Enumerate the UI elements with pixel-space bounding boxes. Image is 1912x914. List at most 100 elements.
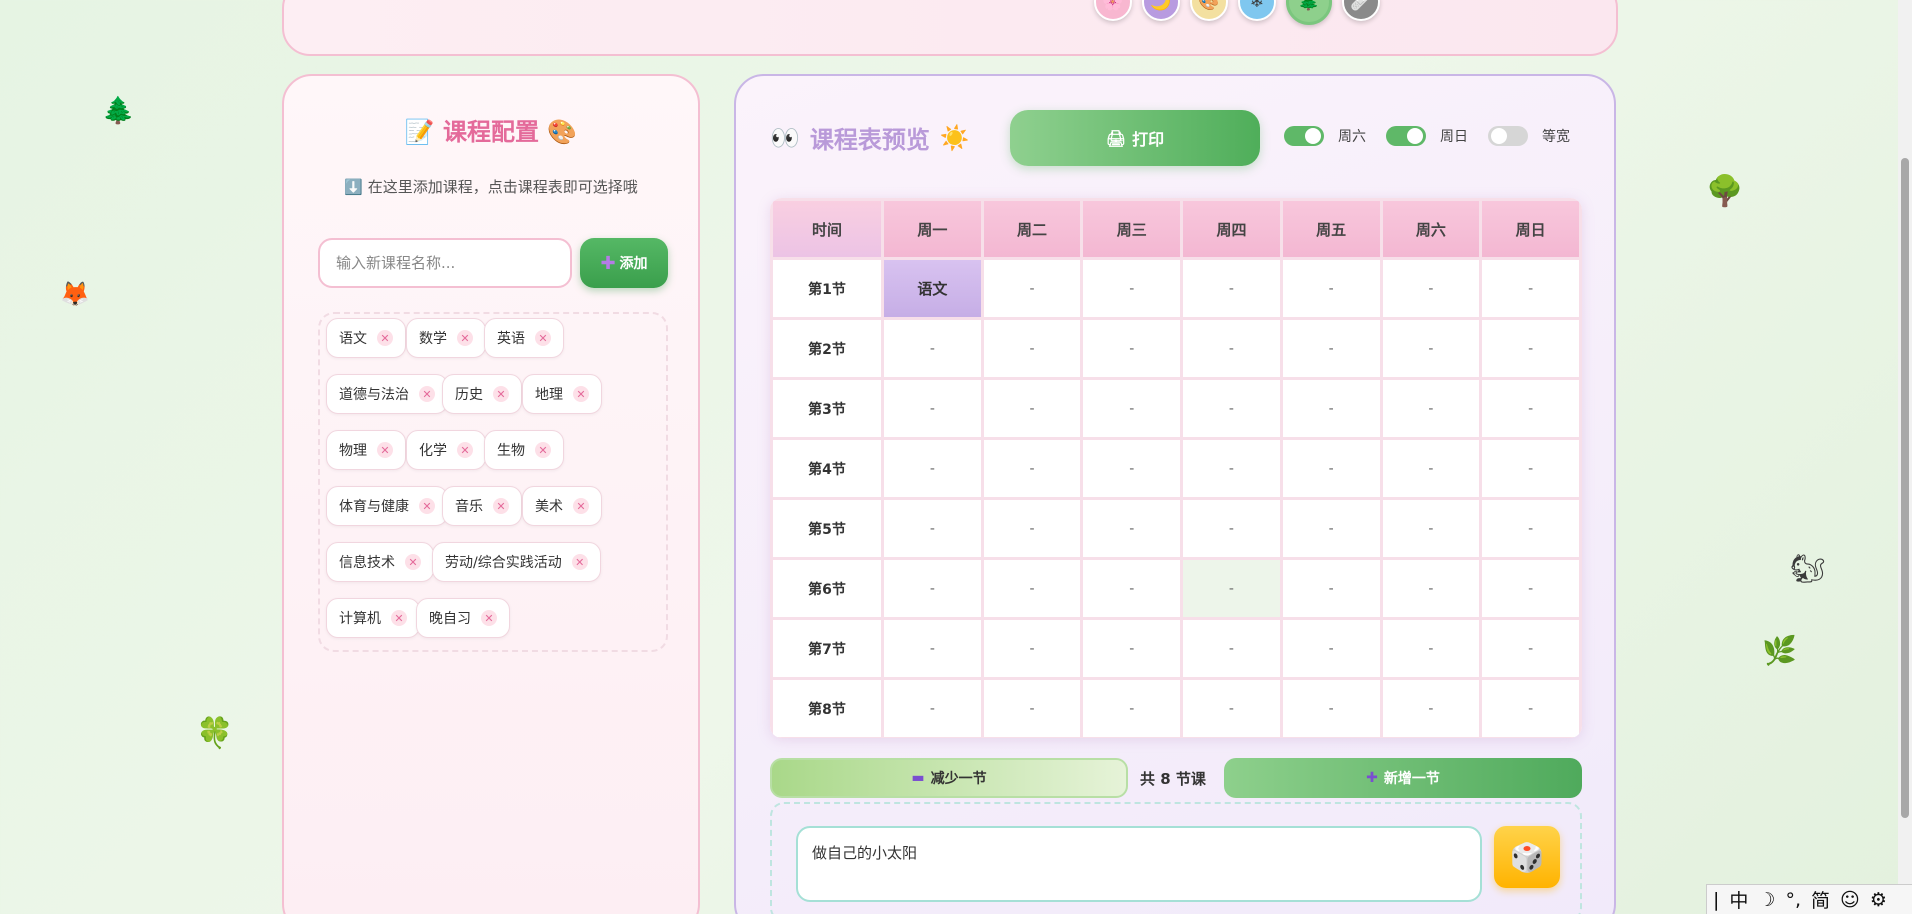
schedule-cell[interactable]: - [1482, 260, 1579, 317]
schedule-cell[interactable]: - [884, 500, 981, 557]
schedule-cell[interactable]: - [1282, 320, 1380, 377]
schedule-cell[interactable]: - [983, 260, 1081, 317]
new-course-input[interactable] [318, 238, 572, 288]
schedule-cell[interactable]: - [884, 380, 981, 437]
remove-icon[interactable]: ✕ [481, 610, 497, 626]
schedule-cell[interactable]: - [1482, 320, 1579, 377]
schedule-cell[interactable]: - [1382, 500, 1480, 557]
schedule-cell[interactable]: - [884, 620, 981, 677]
remove-icon[interactable]: ✕ [573, 498, 589, 514]
sunday-toggle-group[interactable]: 周日 [1386, 126, 1468, 146]
add-period-button[interactable]: ✚ 新增一节 [1224, 758, 1582, 798]
remove-icon[interactable]: ✕ [573, 386, 589, 402]
schedule-cell[interactable]: - [884, 680, 981, 737]
schedule-cell[interactable]: - [1482, 500, 1579, 557]
remove-icon[interactable]: ✕ [493, 498, 509, 514]
schedule-cell[interactable]: - [1382, 440, 1480, 497]
schedule-cell[interactable]: - [1282, 680, 1380, 737]
equal-width-toggle-group[interactable]: 等宽 [1488, 126, 1570, 146]
theme-ice-button[interactable]: ❄ [1238, 0, 1276, 21]
schedule-cell[interactable]: - [983, 440, 1081, 497]
course-tag[interactable]: 英语 ✕ [484, 318, 564, 358]
schedule-cell[interactable]: - [1382, 380, 1480, 437]
schedule-cell[interactable]: - [983, 320, 1081, 377]
schedule-cell[interactable]: - [1382, 680, 1480, 737]
schedule-cell[interactable]: - [1482, 440, 1579, 497]
course-tag[interactable]: 生物 ✕ [484, 430, 564, 470]
remove-icon[interactable]: ✕ [405, 554, 421, 570]
schedule-cell[interactable]: - [983, 620, 1081, 677]
schedule-cell[interactable]: - [1083, 680, 1181, 737]
smiley-icon[interactable]: ☺ [1840, 889, 1860, 911]
course-tag[interactable]: 信息技术 ✕ [326, 542, 434, 582]
schedule-cell[interactable]: - [983, 680, 1081, 737]
schedule-cell[interactable]: - [1083, 440, 1181, 497]
course-tag[interactable]: 语文 ✕ [326, 318, 406, 358]
schedule-cell[interactable]: - [884, 440, 981, 497]
schedule-cell[interactable]: - [1183, 440, 1280, 497]
course-tag[interactable]: 地理 ✕ [522, 374, 602, 414]
schedule-cell[interactable]: - [1382, 560, 1480, 617]
equal-width-toggle[interactable] [1488, 126, 1528, 146]
ime-chinese-mode[interactable]: 中 [1729, 886, 1748, 913]
theme-night-button[interactable]: 🌙 [1142, 0, 1180, 21]
page-scrollbar[interactable] [1898, 0, 1912, 914]
remove-icon[interactable]: ✕ [457, 330, 473, 346]
schedule-cell[interactable]: - [1183, 620, 1280, 677]
theme-forest-button[interactable]: 🌲 [1286, 0, 1332, 25]
theme-dark-button[interactable]: 🩹 [1342, 0, 1380, 21]
ime-handle[interactable]: | [1713, 889, 1719, 911]
motto-textarea[interactable] [796, 826, 1482, 902]
remove-icon[interactable]: ✕ [457, 442, 473, 458]
theme-sakura-button[interactable]: 🌸 [1094, 0, 1132, 21]
schedule-cell[interactable]: - [1282, 260, 1380, 317]
ime-simplified[interactable]: 简 [1811, 886, 1830, 913]
schedule-cell[interactable]: 语文 [884, 260, 981, 317]
schedule-cell[interactable]: - [1282, 440, 1380, 497]
schedule-cell[interactable]: - [1482, 560, 1579, 617]
schedule-cell[interactable]: - [1183, 680, 1280, 737]
schedule-cell[interactable]: - [1183, 500, 1280, 557]
saturday-toggle-group[interactable]: 周六 [1284, 126, 1366, 146]
schedule-cell[interactable]: - [1083, 620, 1181, 677]
theme-rainbow-button[interactable]: 🎨 [1190, 0, 1228, 21]
course-tag[interactable]: 体育与健康 ✕ [326, 486, 448, 526]
course-tag[interactable]: 晚自习 ✕ [416, 598, 510, 638]
remove-icon[interactable]: ✕ [377, 330, 393, 346]
schedule-cell[interactable]: - [1282, 380, 1380, 437]
schedule-cell[interactable]: - [1482, 680, 1579, 737]
course-tag[interactable]: 历史 ✕ [442, 374, 522, 414]
course-tag[interactable]: 物理 ✕ [326, 430, 406, 470]
course-tag[interactable]: 数学 ✕ [406, 318, 486, 358]
schedule-cell[interactable]: - [983, 500, 1081, 557]
schedule-cell[interactable]: - [1382, 320, 1480, 377]
remove-icon[interactable]: ✕ [535, 442, 551, 458]
schedule-cell[interactable]: - [1282, 500, 1380, 557]
course-tag[interactable]: 美术 ✕ [522, 486, 602, 526]
remove-icon[interactable]: ✕ [535, 330, 551, 346]
schedule-cell[interactable]: - [1183, 560, 1280, 617]
schedule-cell[interactable]: - [1183, 380, 1280, 437]
random-motto-button[interactable]: 🎲 [1494, 826, 1560, 888]
schedule-cell[interactable]: - [1382, 620, 1480, 677]
add-course-button[interactable]: ✚ 添加 [580, 238, 668, 288]
gear-icon[interactable]: ⚙ [1870, 889, 1887, 911]
course-tag[interactable]: 劳动/综合实践活动 ✕ [432, 542, 601, 582]
schedule-cell[interactable]: - [1083, 320, 1181, 377]
schedule-cell[interactable]: - [1482, 620, 1579, 677]
schedule-cell[interactable]: - [1382, 260, 1480, 317]
schedule-cell[interactable]: - [884, 320, 981, 377]
course-tag[interactable]: 音乐 ✕ [442, 486, 522, 526]
sunday-toggle[interactable] [1386, 126, 1426, 146]
schedule-cell[interactable]: - [884, 560, 981, 617]
schedule-cell[interactable]: - [1083, 380, 1181, 437]
schedule-cell[interactable]: - [1282, 620, 1380, 677]
remove-icon[interactable]: ✕ [571, 554, 588, 570]
schedule-cell[interactable]: - [1282, 560, 1380, 617]
course-tag[interactable]: 道德与法治 ✕ [326, 374, 448, 414]
schedule-cell[interactable]: - [983, 380, 1081, 437]
remove-icon[interactable]: ✕ [377, 442, 393, 458]
remove-period-button[interactable]: ▬ 减少一节 [770, 758, 1128, 798]
course-tag[interactable]: 化学 ✕ [406, 430, 486, 470]
remove-icon[interactable]: ✕ [391, 610, 407, 626]
